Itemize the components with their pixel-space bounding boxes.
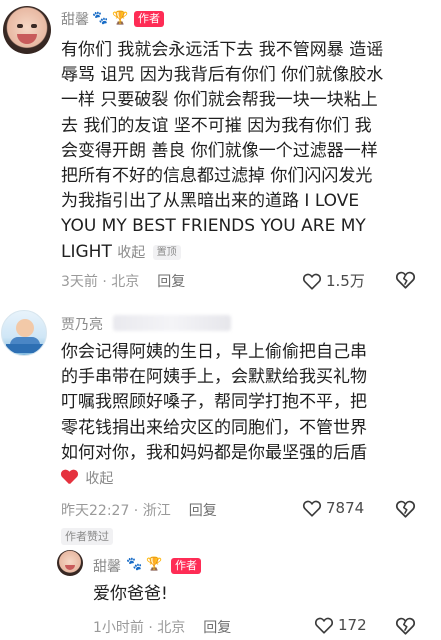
like-button[interactable]: 1.5万 <box>302 270 365 291</box>
avatar[interactable] <box>57 550 83 576</box>
comment-line: 零花钱捐出来给灾区的同胞们，不管世界 <box>61 417 367 438</box>
reply-button[interactable]: 回复 <box>189 503 217 519</box>
author-liked-tag: 作者赞过 <box>61 528 113 545</box>
comment-body: 有你们 我就会永远活下去 我不管网暴 造谣 辱骂 诅咒 因为我背后有你们 你们就… <box>61 38 441 266</box>
comment-meta: 1小时前 · 北京 回复 <box>93 620 232 636</box>
comment-line: 把所有不好的信息都过滤掉 你们闪闪发光 <box>61 166 373 187</box>
comment-line: 为我指引出了从黑暗出来的道路 I LOVE <box>61 191 360 212</box>
pinned-tag: 置顶 <box>152 244 181 260</box>
comment-line: YOU MY BEST FRIENDS YOU ARE MY <box>61 216 366 237</box>
avatar-eye <box>17 24 23 28</box>
trophy-icon: 🏆 <box>112 11 129 26</box>
comment-line: 的手串带在阿姨手上，会默默给我买礼物 <box>61 367 367 388</box>
paw-icon: 🐾 <box>126 557 143 572</box>
avatar-eye <box>31 24 37 28</box>
heart-outline-icon <box>302 500 322 517</box>
broken-heart-icon[interactable] <box>395 270 416 289</box>
comment-line: LIGHT <box>61 241 112 262</box>
comment-line: 一样 只要破裂 你们就会帮我一块一块粘上 <box>61 90 378 111</box>
author-name[interactable]: 甜馨 <box>61 9 89 29</box>
like-count: 7874 <box>326 499 365 517</box>
blurred-badge <box>113 315 231 331</box>
reply-button[interactable]: 回复 <box>203 620 231 636</box>
comment-line: 有你们 我就会永远活下去 我不管网暴 造谣 <box>61 40 384 60</box>
comment-time: 昨天22:27 <box>61 503 130 519</box>
comment-time: 3天前 <box>61 274 98 290</box>
comment-line: 叮嘱我照顾好嗓子，帮同学打抱不平，把 <box>61 392 367 413</box>
comment-line: 会变得开朗 善良 你们就像一个过滤器一样 <box>61 140 378 161</box>
comment-body: 你会记得阿姨的生日，早上偷偷把自己串 的手串带在阿姨手上，会默默给我买礼物 叮嘱… <box>61 340 436 492</box>
avatar[interactable] <box>1 310 47 356</box>
author-badge: 作者 <box>171 558 201 574</box>
heart-outline-icon <box>314 617 334 634</box>
author-badge: 作者 <box>134 11 164 27</box>
comment-line: 辱骂 诅咒 因为我背后有你们 你们就像胶水 <box>61 65 384 86</box>
avatar-caption <box>6 344 44 353</box>
like-count: 1.5万 <box>326 272 365 290</box>
avatar-mouth <box>65 565 75 570</box>
like-count: 172 <box>338 616 367 634</box>
comment-location: 浙江 <box>142 503 171 519</box>
trophy-icon: 🏆 <box>146 557 163 572</box>
comment-meta: 昨天22:27 · 浙江 回复 <box>61 503 217 519</box>
avatar-mouth <box>17 34 37 44</box>
avatar-face <box>16 319 34 337</box>
collapse-link[interactable]: 收起 <box>117 245 145 261</box>
like-button[interactable]: 7874 <box>302 499 364 517</box>
paw-icon: 🐾 <box>92 11 109 26</box>
broken-heart-icon[interactable] <box>395 499 416 518</box>
comment-line: 你会记得阿姨的生日，早上偷偷把自己串 <box>61 342 367 362</box>
comment-line: 去 我们的友谊 坚不可摧 因为我有你们 我 <box>61 115 372 136</box>
comment-time: 1小时前 <box>93 620 144 636</box>
comment-meta: 3天前 · 北京 回复 <box>61 274 186 290</box>
avatar[interactable] <box>3 6 51 54</box>
comment-location: 北京 <box>157 620 186 636</box>
broken-heart-icon[interactable] <box>395 616 416 635</box>
comment-line: 如何对你，我和妈妈都是你最坚强的后盾 <box>61 442 367 463</box>
author-name[interactable]: 甜馨 <box>93 556 121 576</box>
heart-outline-icon <box>302 273 322 290</box>
collapse-link[interactable]: 收起 <box>85 471 113 487</box>
author-name[interactable]: 贾乃亮 <box>61 314 103 334</box>
comment-location: 北京 <box>111 274 140 290</box>
reply-body: 爱你爸爸! <box>93 584 168 604</box>
red-heart-emoji-icon <box>61 470 78 485</box>
like-button[interactable]: 172 <box>314 616 367 634</box>
reply-button[interactable]: 回复 <box>157 274 185 290</box>
